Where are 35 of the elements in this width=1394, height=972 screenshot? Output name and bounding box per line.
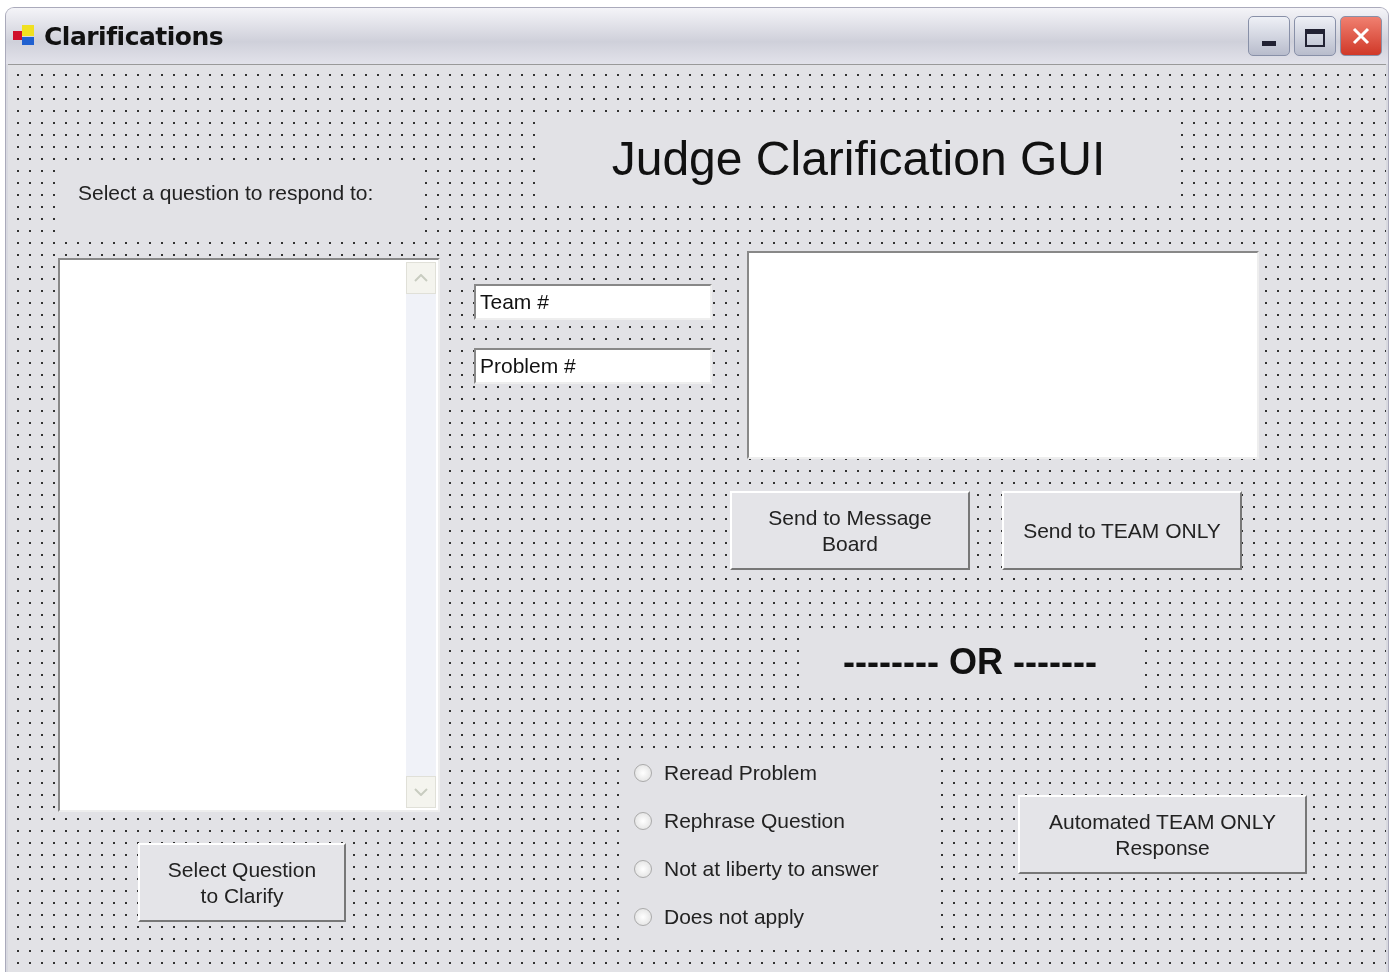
- minimize-button[interactable]: [1248, 16, 1290, 56]
- chevron-up-icon: [414, 274, 428, 282]
- radio-label: Rephrase Question: [664, 809, 845, 833]
- heading: Judge Clarification GUI: [611, 130, 1106, 186]
- team-number-field[interactable]: Team #: [474, 284, 712, 320]
- maximize-button[interactable]: [1294, 16, 1336, 56]
- separator-label: -------- OR -------: [843, 641, 1097, 683]
- scroll-down-button[interactable]: [406, 776, 436, 808]
- prompt-label: Select a question to respond to:: [78, 181, 374, 205]
- radio-option[interactable]: Reread Problem: [634, 761, 940, 785]
- scroll-up-button[interactable]: [406, 262, 436, 294]
- send-team-only-button[interactable]: Send to TEAM ONLY: [1002, 491, 1242, 570]
- minimize-icon: [1262, 41, 1276, 47]
- radio-option[interactable]: Not at liberty to answer: [634, 857, 940, 881]
- radio-label: Not at liberty to answer: [664, 857, 879, 881]
- chevron-down-icon: [414, 788, 428, 796]
- maximize-icon: [1305, 29, 1325, 47]
- radio-label: Does not apply: [664, 905, 805, 929]
- automated-response-button[interactable]: Automated TEAM ONLY Response: [1018, 795, 1307, 874]
- close-button[interactable]: [1340, 16, 1382, 56]
- window-title: Clarifications: [44, 21, 224, 51]
- radio-icon[interactable]: [634, 860, 652, 878]
- radio-icon[interactable]: [634, 908, 652, 926]
- radio-option[interactable]: Rephrase Question: [634, 809, 940, 833]
- select-question-button[interactable]: Select Question to Clarify: [138, 843, 346, 922]
- radio-icon[interactable]: [634, 764, 652, 782]
- radio-icon[interactable]: [634, 812, 652, 830]
- close-icon: [1351, 26, 1371, 46]
- scrollbar[interactable]: [406, 262, 436, 808]
- question-list[interactable]: [58, 258, 440, 812]
- problem-number-field[interactable]: Problem #: [474, 348, 712, 384]
- response-text-field[interactable]: [747, 251, 1259, 459]
- radio-option[interactable]: Does not apply: [634, 905, 940, 929]
- send-message-board-button[interactable]: Send to Message Board: [730, 491, 970, 570]
- radio-label: Reread Problem: [664, 761, 817, 785]
